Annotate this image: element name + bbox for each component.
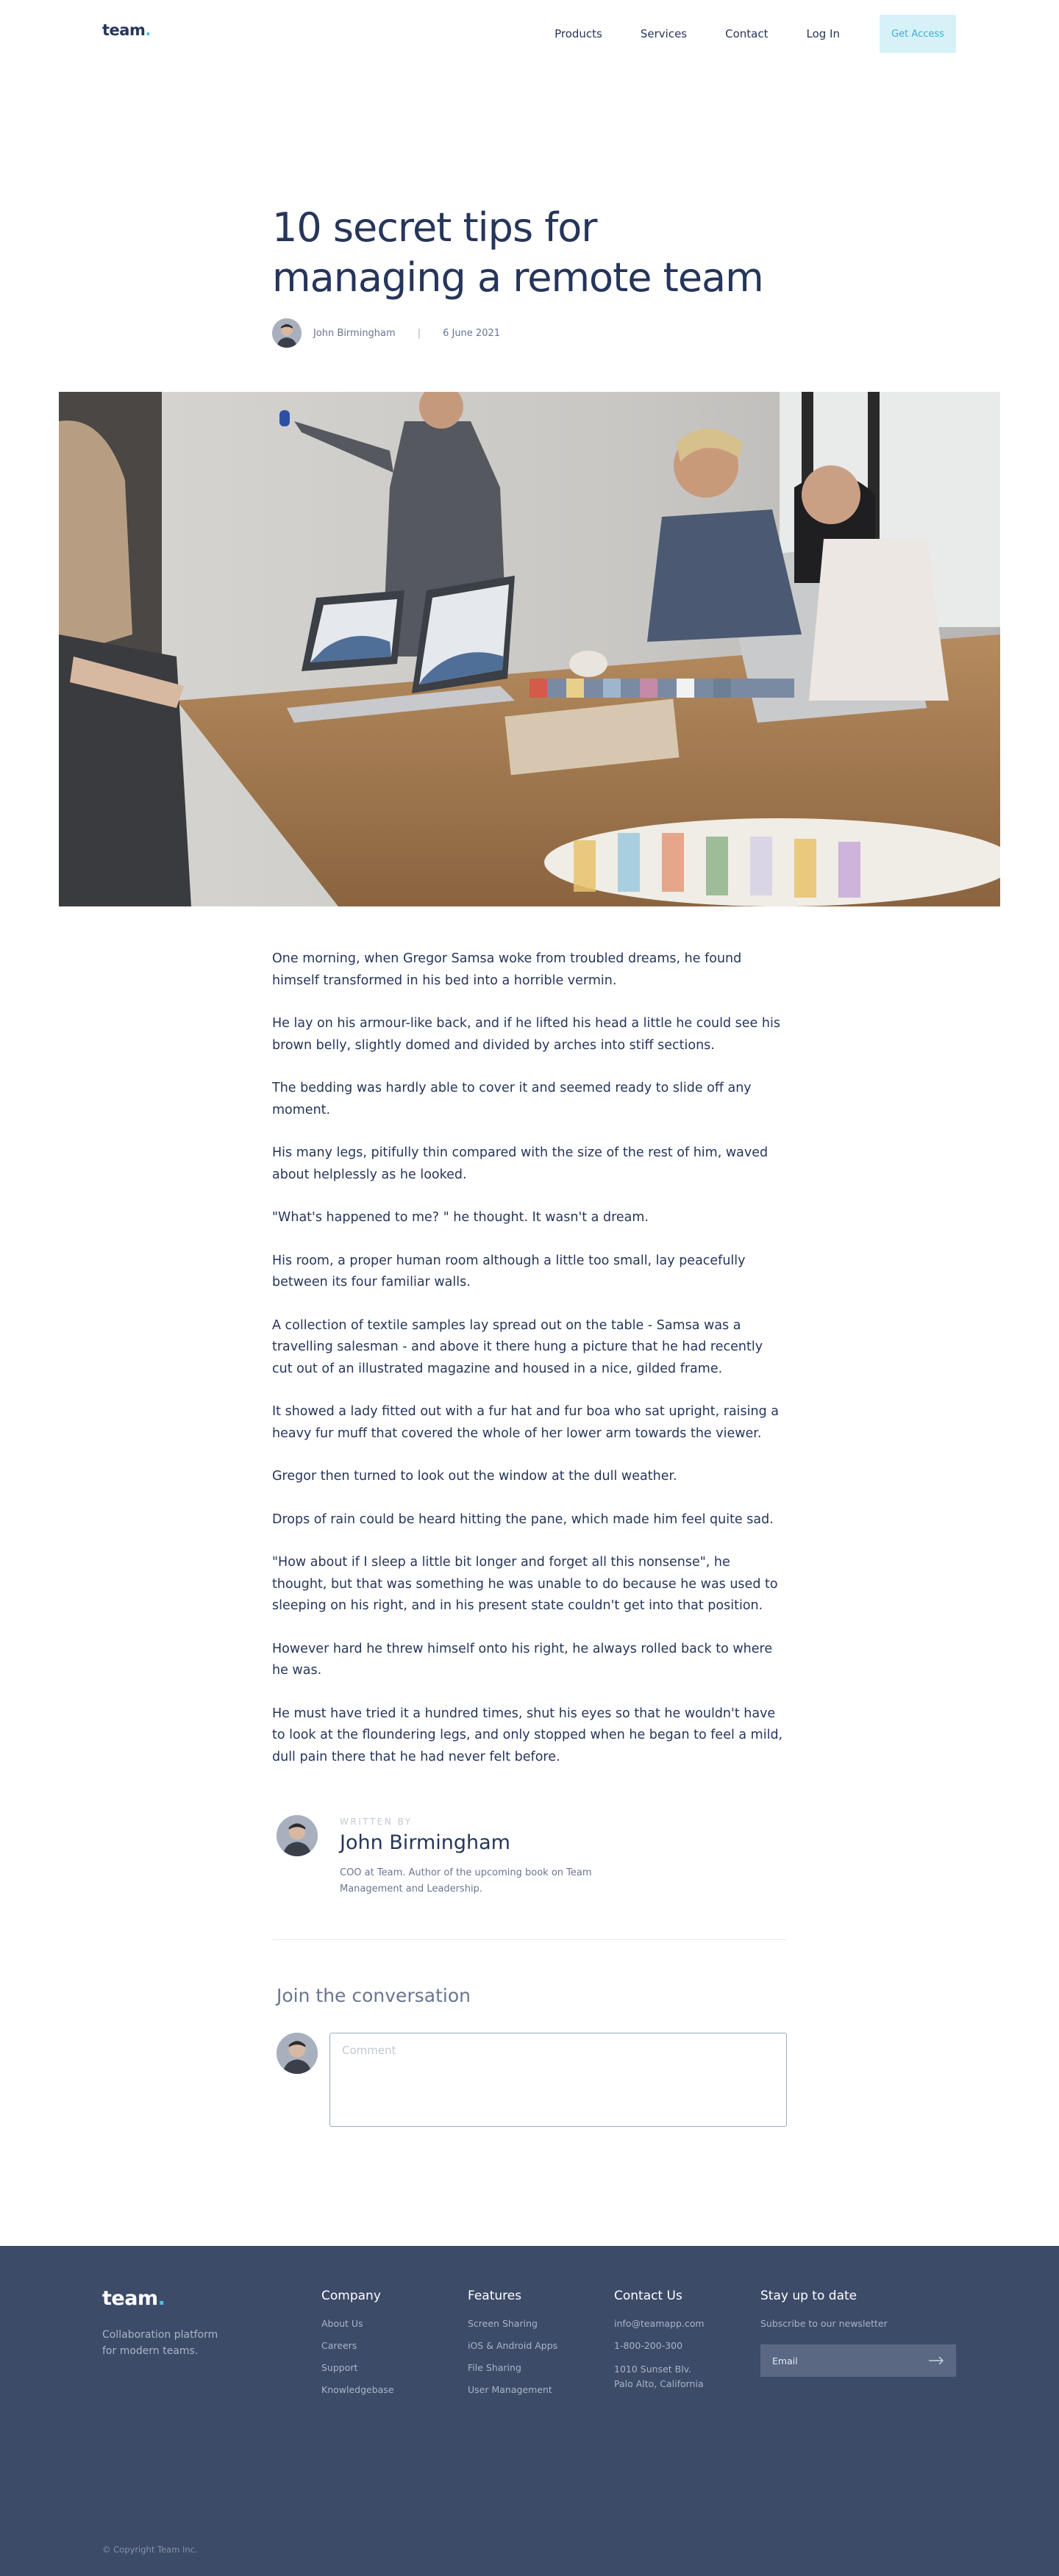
footer-contact-title: Contact Us <box>614 2289 682 2303</box>
footer-logo[interactable]: team. <box>102 2287 165 2310</box>
get-access-button[interactable]: Get Access <box>880 15 956 53</box>
article-body: One morning, when Gregor Samsa woke from… <box>272 948 787 1789</box>
footer-contact-email[interactable]: info@teamapp.com <box>614 2318 705 2329</box>
article-paragraph: One morning, when Gregor Samsa woke from… <box>272 951 742 988</box>
author-box-avatar[interactable] <box>277 1815 318 1856</box>
copyright: © Copyright Team Inc. <box>102 2544 198 2555</box>
nav-link-services[interactable]: Services <box>641 27 687 40</box>
post-meta: John Birmingham | 6 June 2021 <box>272 318 500 348</box>
author-box-name[interactable]: John Birmingham <box>340 1831 510 1854</box>
conversation-title: Join the conversation <box>277 1985 471 2006</box>
newsletter-email-placeholder: Email <box>772 2355 798 2366</box>
footer-tagline: Collaboration platform for modern teams. <box>102 2329 218 2357</box>
logo-text: team <box>102 21 146 39</box>
hero-image <box>59 392 1000 906</box>
footer-features-column: Features Screen Sharing iOS & Android Ap… <box>468 2289 557 2406</box>
author-box-bio: COO at Team. Author of the upcoming book… <box>340 1867 592 1895</box>
footer-address-line2: Palo Alto, California <box>614 2378 704 2389</box>
footer-newsletter-subtitle: Subscribe to our newsletter <box>760 2318 888 2329</box>
footer-company-title: Company <box>321 2289 381 2303</box>
footer-contact-column: Contact Us info@teamapp.com 1-800-200-30… <box>614 2289 705 2391</box>
logo-dot: . <box>145 21 151 39</box>
footer-contact-phone[interactable]: 1-800-200-300 <box>614 2340 705 2351</box>
post-author[interactable]: John Birmingham <box>313 328 396 339</box>
footer-address-line1: 1010 Sunset Blv. <box>614 2364 692 2375</box>
top-navigation: team. Products Services Contact Log In G… <box>0 0 1059 66</box>
footer-link-knowledgebase[interactable]: Knowledgebase <box>321 2384 394 2395</box>
hero-office-illustration <box>59 392 1000 906</box>
footer: team. Collaboration platform for modern … <box>0 2246 1059 2576</box>
footer-link-careers[interactable]: Careers <box>321 2340 394 2351</box>
article-paragraph: His many legs, pitifully thin compared w… <box>272 1145 769 1182</box>
article-paragraph: The bedding was hardly able to cover it … <box>272 1081 752 1117</box>
article-paragraph: "What's happened to me? " he thought. It… <box>272 1210 649 1225</box>
footer-link-user-management[interactable]: User Management <box>468 2384 557 2395</box>
footer-newsletter-column: Stay up to date Subscribe to our newslet… <box>760 2289 888 2340</box>
post-date: 6 June 2021 <box>443 327 501 339</box>
newsletter-email-input[interactable]: Email <box>760 2344 956 2377</box>
article-paragraph: However hard he threw himself onto his r… <box>272 1641 773 1678</box>
article-paragraph: Drops of rain could be heard hitting the… <box>272 1511 774 1527</box>
logo[interactable]: team. <box>102 21 151 39</box>
footer-link-about-us[interactable]: About Us <box>321 2318 394 2329</box>
footer-features-title: Features <box>468 2289 522 2303</box>
article-paragraph: He lay on his armour-like back, and if h… <box>272 1016 780 1053</box>
article-paragraph: "How about if I sleep a little bit longe… <box>272 1555 778 1613</box>
arrow-right-icon[interactable] <box>928 2356 944 2365</box>
comment-input[interactable] <box>329 2033 787 2127</box>
footer-newsletter-title: Stay up to date <box>760 2289 857 2303</box>
meta-separator: | <box>417 327 421 339</box>
nav-link-products[interactable]: Products <box>555 27 602 40</box>
footer-logo-text: team <box>102 2287 158 2310</box>
footer-link-apps[interactable]: iOS & Android Apps <box>468 2340 557 2351</box>
article-paragraph: Gregor then turned to look out the windo… <box>272 1469 677 1484</box>
author-avatar[interactable] <box>272 318 302 348</box>
article-paragraph: His room, a proper human room although a… <box>272 1253 746 1290</box>
section-divider <box>272 1939 787 1940</box>
footer-link-file-sharing[interactable]: File Sharing <box>468 2362 557 2373</box>
nav-link-login[interactable]: Log In <box>807 27 841 40</box>
footer-logo-dot: . <box>157 2287 165 2310</box>
written-by-label: WRITTEN BY <box>340 1817 413 1827</box>
commenter-avatar <box>277 2033 318 2074</box>
article-paragraph: A collection of textile samples lay spre… <box>272 1317 763 1376</box>
article-paragraph: It showed a lady fitted out with a fur h… <box>272 1404 780 1441</box>
footer-link-screen-sharing[interactable]: Screen Sharing <box>468 2318 557 2329</box>
post-title: 10 secret tips for managing a remote tea… <box>272 204 764 301</box>
nav-link-contact[interactable]: Contact <box>725 27 768 40</box>
footer-link-support[interactable]: Support <box>321 2362 394 2373</box>
nav-links: Products Services Contact Log In Get Acc… <box>555 15 956 53</box>
footer-company-column: Company About Us Careers Support Knowled… <box>321 2289 394 2406</box>
article-paragraph: He must have tried it a hundred times, s… <box>272 1706 783 1764</box>
